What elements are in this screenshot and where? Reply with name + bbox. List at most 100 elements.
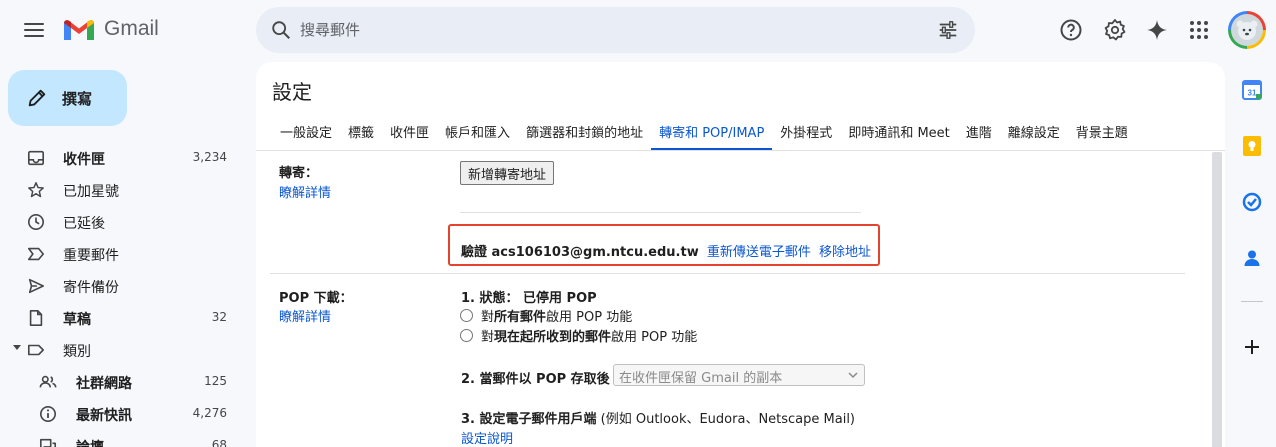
compose-button[interactable]: 撰寫 <box>8 70 127 126</box>
important-icon <box>26 244 46 264</box>
scrollbar[interactable] <box>1212 152 1222 447</box>
tasks-icon[interactable] <box>1240 190 1264 214</box>
sidebar-item-label: 最新快訊 <box>76 408 132 424</box>
tab-inbox[interactable]: 收件匣 <box>382 118 437 150</box>
forum-icon <box>38 436 58 447</box>
draft-file-icon <box>26 308 46 328</box>
rail-divider <box>1241 301 1263 302</box>
tab-advanced[interactable]: 進階 <box>958 118 1000 150</box>
sidebar-item-label: 已加星號 <box>63 184 119 200</box>
tab-filters-blocked[interactable]: 篩選器和封鎖的地址 <box>518 118 651 150</box>
chevron-down-icon <box>848 372 858 379</box>
forwarding-learn-more-link[interactable]: 瞭解詳情 <box>279 182 331 201</box>
sidebar-item-label: 寄件備份 <box>63 280 119 296</box>
settings-gear-icon[interactable] <box>1103 18 1127 42</box>
section-divider <box>270 273 1185 274</box>
tab-chat-meet[interactable]: 即時通訊和 Meet <box>840 118 957 150</box>
settings-panel: 設定 一般設定 標籤 收件匣 帳戶和匯入 篩選器和封鎖的地址 轉寄和 POP/I… <box>256 62 1225 447</box>
gmail-m-icon <box>64 20 94 40</box>
page-title: 設定 <box>272 80 312 104</box>
sidebar-item-label: 論壇 <box>76 437 104 447</box>
search-bar[interactable] <box>256 7 975 53</box>
inbox-icon <box>26 148 46 168</box>
option-text: 對現在起所收到的郵件啟用 POP 功能 <box>481 326 697 345</box>
sidebar-item-snoozed[interactable]: 已延後 <box>0 206 240 238</box>
select-value: 在收件匣保留 Gmail 的副本 <box>619 371 783 386</box>
search-input[interactable] <box>300 15 900 45</box>
tab-labels[interactable]: 標籤 <box>340 118 382 150</box>
remove-address-link[interactable]: 移除地址 <box>819 245 871 260</box>
step3-bold: 3. 設定電子郵件用戶端 <box>461 412 597 427</box>
option-bold: 現在起所收到的郵件 <box>494 330 612 345</box>
sidebar-item-label: 重要郵件 <box>63 248 119 264</box>
gmail-wordmark: Gmail <box>104 17 159 40</box>
account-avatar[interactable] <box>1228 11 1266 49</box>
divider <box>460 212 861 213</box>
sidebar-item-forums[interactable]: 論壇 68 <box>0 430 240 447</box>
add-forwarding-address-button[interactable]: 新增轉寄地址 <box>460 161 555 185</box>
option-text: 對所有郵件啟用 POP 功能 <box>481 306 632 325</box>
gemini-sparkle-icon[interactable] <box>1145 18 1169 42</box>
contacts-icon[interactable] <box>1240 246 1264 270</box>
step3-rest: (例如 Outlook、Eudora、Netscape Mail) <box>596 412 856 427</box>
sidebar-item-starred[interactable]: 已加星號 <box>0 174 240 206</box>
tabs-divider <box>256 150 1225 151</box>
sidebar-item-inbox[interactable]: 收件匣 3,234 <box>0 142 240 174</box>
pop-status-text: 1. 狀態： 已停用 POP <box>461 291 597 306</box>
forwarding-label: 轉寄： <box>279 166 319 181</box>
sidebar-item-important[interactable]: 重要郵件 <box>0 238 240 270</box>
sidebar-item-drafts[interactable]: 草稿 32 <box>0 302 240 334</box>
help-icon[interactable] <box>1059 18 1083 42</box>
draft-count: 32 <box>211 310 227 324</box>
option-suffix: 啟用 POP 功能 <box>611 330 698 345</box>
pop-learn-more-link[interactable]: 瞭解詳情 <box>279 306 331 325</box>
verify-forwarding-row: 驗證 acs106103@gm.ntcu.edu.tw 重新傳送電子郵件 移除地… <box>461 241 871 260</box>
label-icon <box>26 340 46 360</box>
gmail-logo[interactable]: Gmail <box>62 16 159 42</box>
expand-caret-icon[interactable] <box>13 345 21 350</box>
sidebar-item-label: 草稿 <box>63 312 91 328</box>
pop-step3-text: 3. 設定電子郵件用戶端 (例如 Outlook、Eudora、Netscape… <box>461 408 855 427</box>
tab-forwarding-pop-imap[interactable]: 轉寄和 POP/IMAP <box>651 118 773 150</box>
pencil-icon <box>28 89 46 107</box>
search-icon[interactable] <box>270 19 292 41</box>
tab-accounts-import[interactable]: 帳戶和匯入 <box>437 118 518 150</box>
settings-tabs: 一般設定 標籤 收件匣 帳戶和匯入 篩選器和封鎖的地址 轉寄和 POP/IMAP… <box>272 118 1136 150</box>
pop-action-select[interactable]: 在收件匣保留 Gmail 的副本 <box>613 364 865 386</box>
unread-count: 3,234 <box>192 150 227 164</box>
info-icon <box>38 404 58 424</box>
unread-count: 68 <box>211 438 227 447</box>
verify-address-text: 驗證 acs106103@gm.ntcu.edu.tw <box>461 245 699 260</box>
option-suffix: 啟用 POP 功能 <box>546 310 633 325</box>
tab-themes[interactable]: 背景主題 <box>1068 118 1136 150</box>
pop-new-mail-option[interactable]: 對現在起所收到的郵件啟用 POP 功能 <box>460 326 697 345</box>
compose-label: 撰寫 <box>62 89 93 108</box>
clock-icon <box>26 212 46 232</box>
sidebar-item-updates[interactable]: 最新快訊 4,276 <box>0 398 240 430</box>
setup-instructions-link[interactable]: 設定說明 <box>461 428 513 447</box>
sidebar-item-label: 社群網路 <box>76 376 132 392</box>
sidebar-item-sent[interactable]: 寄件備份 <box>0 270 240 302</box>
tab-offline[interactable]: 離線設定 <box>1000 118 1068 150</box>
search-options-icon[interactable] <box>937 19 959 41</box>
star-icon <box>26 180 46 200</box>
radio-button[interactable] <box>460 329 473 342</box>
sidebar-item-label: 收件匣 <box>63 152 105 168</box>
keep-icon[interactable] <box>1240 134 1264 158</box>
radio-button[interactable] <box>460 309 473 322</box>
apps-grid-icon[interactable] <box>1187 18 1211 42</box>
tab-general[interactable]: 一般設定 <box>272 118 340 150</box>
sidebar-item-social[interactable]: 社群網路 125 <box>0 366 240 398</box>
unread-count: 125 <box>204 374 227 388</box>
resend-email-link[interactable]: 重新傳送電子郵件 <box>707 245 811 260</box>
sidebar-item-categories[interactable]: 類別 <box>0 334 240 366</box>
people-icon <box>38 372 58 392</box>
avatar-image-icon <box>1236 20 1258 40</box>
main-menu-button[interactable] <box>22 20 46 40</box>
calendar-icon[interactable]: 31 <box>1240 78 1264 102</box>
tab-addons[interactable]: 外掛程式 <box>772 118 840 150</box>
svg-text:31: 31 <box>1248 89 1257 98</box>
pop-all-mail-option[interactable]: 對所有郵件啟用 POP 功能 <box>460 306 632 325</box>
option-prefix: 對 <box>481 310 495 325</box>
add-addon-icon[interactable] <box>1240 335 1264 359</box>
